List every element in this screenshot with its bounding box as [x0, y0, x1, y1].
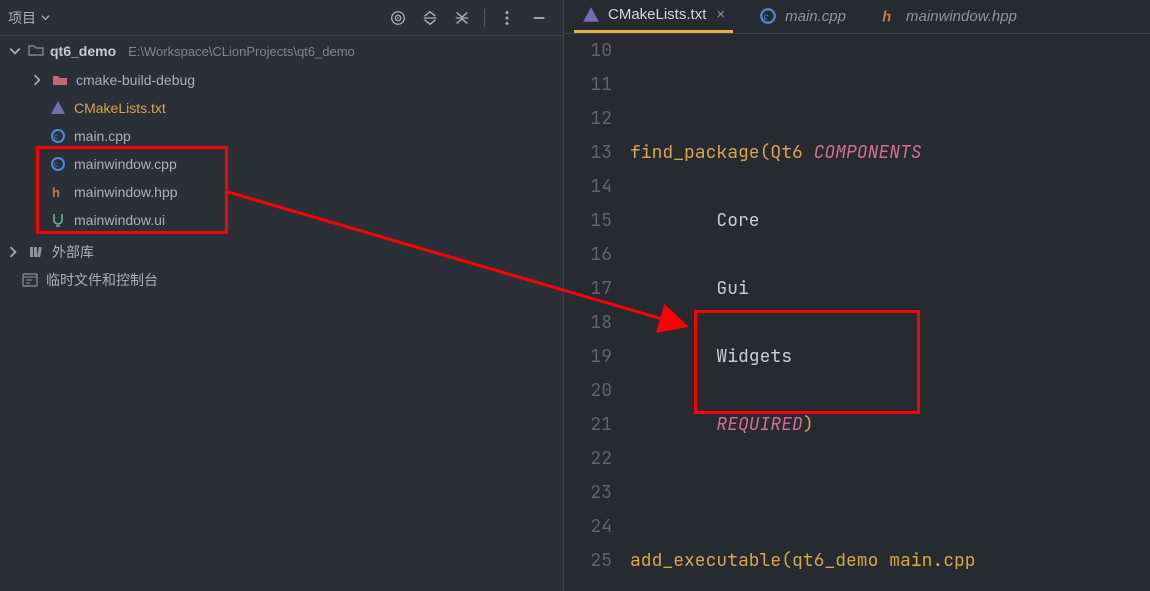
editor-tabs: CMakeLists.txt × c main.cpp h mainwindow…	[564, 0, 1150, 34]
chevron-down-icon	[8, 45, 22, 57]
svg-text:c: c	[764, 11, 769, 21]
project-path: E:\Workspace\CLionProjects\qt6_demo	[128, 44, 355, 59]
annotation-box-code	[694, 310, 920, 414]
annotation-box-tree	[36, 146, 228, 234]
project-panel-toolbar: 项目	[0, 0, 563, 36]
project-panel-title[interactable]: 项目	[8, 8, 50, 28]
hpp-file-icon: h	[880, 7, 898, 25]
file-label: main.cpp	[74, 128, 131, 144]
file-row-cmakelists[interactable]: CMakeLists.txt	[44, 94, 563, 122]
cmake-file-icon	[50, 100, 66, 116]
toolbar-separator	[484, 9, 485, 27]
group-label: 外部库	[52, 242, 94, 262]
chevron-right-icon	[30, 74, 44, 86]
folder-row-cmake-build-debug[interactable]: cmake-build-debug	[24, 66, 563, 94]
target-icon[interactable]	[388, 8, 408, 28]
collapse-icon[interactable]	[452, 8, 472, 28]
svg-text:c: c	[54, 132, 58, 141]
tab-label: mainwindow.hpp	[906, 8, 1017, 25]
group-label: 临时文件和控制台	[46, 270, 158, 290]
project-panel-title-text: 项目	[8, 8, 36, 28]
close-icon[interactable]: ×	[716, 6, 725, 23]
code-editor[interactable]: 10111213 14151617 18192021 22232425 find…	[564, 34, 1150, 591]
library-icon	[28, 244, 44, 260]
chevron-down-icon	[40, 13, 50, 23]
expand-icon[interactable]	[420, 8, 440, 28]
external-libraries-row[interactable]: 外部库	[0, 238, 563, 266]
code-content[interactable]: find_package(Qt6 COMPONENTS Core Gui Wid…	[630, 34, 1150, 591]
project-root-row[interactable]: qt6_demo E:\Workspace\CLionProjects\qt6_…	[0, 36, 563, 66]
tab-label: CMakeLists.txt	[608, 6, 706, 23]
cpp-file-icon: c	[50, 128, 66, 144]
tab-label: main.cpp	[785, 8, 846, 25]
more-icon[interactable]	[497, 8, 517, 28]
folder-icon	[28, 42, 44, 61]
project-name: qt6_demo	[50, 43, 116, 59]
cpp-file-icon: c	[759, 7, 777, 25]
project-panel: 项目	[0, 0, 564, 591]
tab-cmakelists[interactable]: CMakeLists.txt ×	[574, 0, 733, 33]
minimize-icon[interactable]	[529, 8, 549, 28]
folder-label: cmake-build-debug	[76, 72, 195, 88]
line-gutter: 10111213 14151617 18192021 22232425	[564, 34, 630, 591]
file-label: CMakeLists.txt	[74, 100, 166, 116]
chevron-right-icon	[6, 246, 20, 258]
folder-icon	[52, 72, 68, 88]
scratch-row[interactable]: 临时文件和控制台	[0, 266, 563, 294]
cmake-file-icon	[582, 6, 600, 24]
tab-mainwindow-hpp[interactable]: h mainwindow.hpp	[872, 0, 1025, 33]
svg-text:h: h	[882, 10, 891, 25]
tab-main-cpp[interactable]: c main.cpp	[751, 0, 854, 33]
console-icon	[22, 272, 38, 288]
